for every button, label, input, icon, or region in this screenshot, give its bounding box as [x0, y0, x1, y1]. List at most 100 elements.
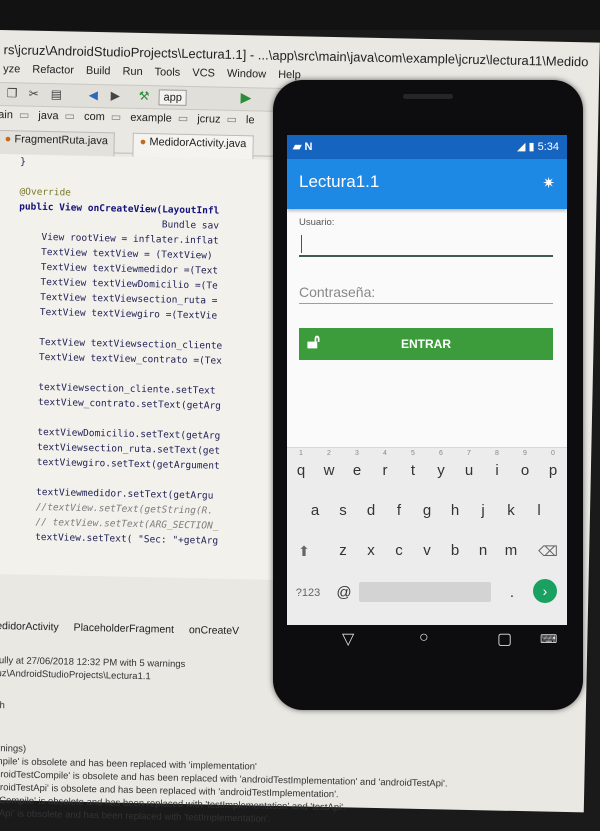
key-y[interactable]: 6y	[428, 450, 454, 486]
key-x[interactable]: x	[358, 532, 384, 566]
key-hint: 4	[383, 450, 387, 457]
at-key[interactable]: @	[331, 574, 357, 608]
menu-run[interactable]: Run	[122, 66, 142, 78]
crumb-java[interactable]: java	[38, 110, 58, 122]
code-line: textView_contrato.setText(getArg	[0, 395, 222, 412]
menu-window[interactable]: Window	[227, 68, 266, 81]
code-line: @Override	[0, 185, 72, 199]
back-icon[interactable]: ◀	[89, 88, 99, 102]
run-icon[interactable]: ▶	[240, 89, 251, 106]
keyboard-switch-icon[interactable]: ⌨	[540, 632, 557, 646]
notification-icons: ▰ N	[293, 140, 312, 153]
key-g[interactable]: g	[414, 492, 440, 526]
crumb-le[interactable]: le	[246, 114, 255, 126]
code-line: View rootView = inflater.inflat	[0, 230, 219, 247]
key-a[interactable]: a	[302, 492, 328, 526]
crumb-com[interactable]: com	[84, 111, 105, 123]
key-v[interactable]: v	[414, 532, 440, 566]
keyboard-row-2: a s d f g h j k l	[287, 492, 567, 526]
menu-tools[interactable]: Tools	[154, 66, 180, 79]
forward-icon[interactable]: ▶	[111, 88, 121, 102]
menu-analyze[interactable]: yze	[3, 63, 20, 75]
gear-icon[interactable]: ✷	[542, 174, 555, 192]
tab-medidor-activity[interactable]: ● MedidorActivity.java	[132, 132, 254, 160]
period-key[interactable]: .	[499, 574, 525, 608]
key-s[interactable]: s	[330, 492, 356, 526]
key-u[interactable]: 7u	[456, 450, 482, 486]
app-bar: Lectura1.1 ✷	[287, 159, 567, 209]
crumb-main[interactable]: ain	[0, 109, 13, 121]
app-title: Lectura1.1	[299, 172, 380, 191]
crumb-example[interactable]: example	[130, 112, 172, 125]
menu-vcs[interactable]: VCS	[192, 67, 215, 79]
code-editor[interactable]: } @Override public View onCreateView(Lay…	[0, 153, 288, 580]
menu-refactor[interactable]: Refactor	[32, 64, 74, 77]
copy-icon[interactable]: ❐	[7, 86, 18, 100]
keyboard-row-3: ⬆ z x c v b n m ⌫	[287, 532, 567, 566]
backspace-icon[interactable]: ⌫	[535, 532, 561, 566]
recents-square-icon[interactable]: ▢	[497, 629, 512, 649]
key-z[interactable]: z	[330, 532, 356, 566]
hammer-icon[interactable]: ⚒	[139, 89, 150, 103]
code-line: textViewmedidor.setText(getArgu	[0, 485, 214, 502]
key-r[interactable]: 4r	[372, 450, 398, 486]
key-f[interactable]: f	[386, 492, 412, 526]
username-input[interactable]	[299, 231, 553, 257]
nav-method[interactable]: onCreateV	[189, 624, 239, 637]
code-line: textView.setText( "Sec: "+getArg	[0, 530, 219, 547]
key-h[interactable]: h	[442, 492, 468, 526]
key-j[interactable]: j	[470, 492, 496, 526]
space-bar[interactable]	[359, 582, 491, 602]
message-line: raph	[0, 699, 5, 712]
key-w[interactable]: 2w	[316, 450, 342, 486]
code-structure-breadcrumb: MedidorActivity PlaceholderFragment onCr…	[0, 620, 251, 638]
battery-icon: ▮	[528, 141, 538, 153]
nav-class[interactable]: MedidorActivity	[0, 620, 59, 633]
key-p[interactable]: 0p	[540, 450, 566, 486]
key-n[interactable]: n	[470, 532, 496, 566]
key-k[interactable]: k	[498, 492, 524, 526]
login-button-label: ENTRAR	[401, 337, 451, 351]
java-file-icon: ●	[139, 135, 150, 149]
crumb-jcruz[interactable]: jcruz	[197, 113, 220, 125]
home-circle-icon[interactable]: ○	[419, 629, 429, 647]
cut-icon[interactable]: ✂	[29, 87, 39, 101]
code-line: TextView textViewmedidor =(Text	[0, 260, 219, 277]
key-l[interactable]: l	[526, 492, 552, 526]
message-line: jcruz\AndroidStudioProjects\Lectura1.1	[0, 667, 151, 683]
code-line: textViewsection_cliente.setText	[0, 380, 216, 397]
key-t[interactable]: 5t	[400, 450, 426, 486]
key-hint: 1	[299, 450, 303, 457]
key-o[interactable]: 9o	[512, 450, 538, 486]
code-line: TextView textViewDomicilio =(Te	[0, 275, 218, 292]
shift-key-icon[interactable]: ⬆	[291, 532, 317, 566]
key-i[interactable]: 8i	[484, 450, 510, 486]
key-c[interactable]: c	[386, 532, 412, 566]
key-m[interactable]: m	[498, 532, 524, 566]
key-q[interactable]: 1q	[288, 450, 314, 486]
tab-label: MedidorActivity.java	[149, 136, 247, 151]
login-button[interactable]: 🔓︎ ENTRAR	[299, 328, 553, 360]
nav-inner-class[interactable]: PlaceholderFragment	[73, 622, 174, 636]
key-e[interactable]: 3e	[344, 450, 370, 486]
key-b[interactable]: b	[442, 532, 468, 566]
key-hint: 0	[551, 450, 555, 457]
run-config-select[interactable]: app	[158, 89, 188, 106]
key-d[interactable]: d	[358, 492, 384, 526]
tab-fragment-ruta[interactable]: ● FragmentRuta.java	[0, 129, 116, 157]
code-line: // textView.setText(ARG_SECTION_	[0, 515, 219, 532]
symbols-key[interactable]: ?123	[291, 574, 325, 608]
editor-tabs: ● FragmentRuta.java ● MedidorActivity.ja…	[0, 129, 288, 160]
phone-screen: ▰ N ◢ ▮ 5:34 Lectura1.1 ✷ Usuario: 🔓︎ EN…	[287, 135, 567, 625]
menu-build[interactable]: Build	[86, 65, 111, 78]
keyboard-row-1: 1q 2w 3e 4r 5t 6y 7u 8i 9o 0p	[287, 450, 567, 486]
key-hint: 9	[523, 450, 527, 457]
folder-icon: ▭	[177, 112, 189, 125]
paste-icon[interactable]: ▤	[51, 87, 63, 101]
go-arrow-icon[interactable]: ›	[533, 579, 557, 603]
back-triangle-icon[interactable]: ▽	[342, 629, 354, 649]
ide-toolbar: ❐ ✂ ▤ ◀ ▶ ⚒ app ▶	[0, 81, 299, 113]
key-hint: 7	[467, 450, 471, 457]
project-breadcrumb: ain ▭ java ▭ com ▭ example ▭ jcruz ▭ le	[0, 108, 261, 126]
password-input[interactable]	[299, 281, 553, 304]
